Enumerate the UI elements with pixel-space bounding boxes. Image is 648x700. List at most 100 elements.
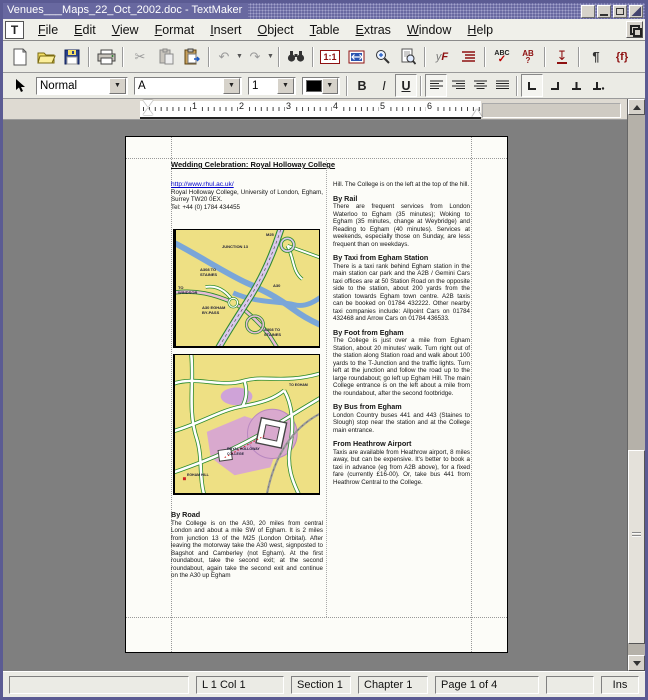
save-button[interactable] <box>59 44 85 69</box>
character-style-button[interactable]: yF <box>429 44 455 69</box>
chevron-down-icon[interactable]: ▼ <box>223 78 240 94</box>
window-controls <box>581 5 643 18</box>
align-center-button[interactable] <box>469 74 491 97</box>
menu-window[interactable]: Window <box>399 22 459 38</box>
menu-extras[interactable]: Extras <box>348 22 399 38</box>
menu-view[interactable]: View <box>104 22 147 38</box>
minimize-button[interactable] <box>597 5 611 18</box>
new-document-button[interactable] <box>7 44 33 69</box>
underline-button[interactable]: U <box>395 74 417 97</box>
fields-button[interactable]: {f} <box>609 44 635 69</box>
toolbar-separator <box>484 47 486 67</box>
menu-edit[interactable]: Edit <box>66 22 104 38</box>
bold-icon: B <box>357 79 366 93</box>
fit-width-icon <box>348 50 365 64</box>
map-label: TO WINDSOR <box>178 286 200 295</box>
insert-mode-panel[interactable]: Ins <box>601 676 639 694</box>
shade-button[interactable] <box>581 5 595 18</box>
object-mode-button[interactable] <box>7 73 33 98</box>
section-heading: By Taxi from Egham Station <box>333 254 470 262</box>
bold-button[interactable]: B <box>351 74 373 97</box>
font-size-value: 1 <box>249 80 276 92</box>
right-indent-marker[interactable] <box>472 109 482 117</box>
print-preview-button[interactable] <box>395 44 421 69</box>
cut-button[interactable]: ✂ <box>127 44 153 69</box>
menu-insert[interactable]: Insert <box>202 22 249 38</box>
restore-icon-back <box>633 28 642 37</box>
textmaker-app-icon[interactable]: T <box>5 21 24 39</box>
redo-dropdown[interactable]: ▼ <box>266 53 275 60</box>
undo-dropdown[interactable]: ▼ <box>235 53 244 60</box>
menu-help[interactable]: Help <box>459 22 501 38</box>
font-color-combo[interactable]: ▼ <box>302 77 340 95</box>
title-bar[interactable]: Venues___Maps_22_Oct_2002.doc - TextMake… <box>3 3 645 19</box>
open-button[interactable] <box>33 44 59 69</box>
copy-button[interactable] <box>153 44 179 69</box>
tab-decimal-button[interactable] <box>587 74 609 97</box>
map-label: A30 EGHAM BY-PASS <box>202 306 228 315</box>
align-left-icon <box>430 80 443 91</box>
by-road-text: The College is on the A30, 20 miles from… <box>171 520 323 580</box>
align-left-button[interactable] <box>425 74 447 97</box>
section-heading: By Rail <box>333 195 470 203</box>
tab-right-button[interactable] <box>543 74 565 97</box>
menu-file[interactable]: File <box>30 22 66 38</box>
paragraph-style-combo[interactable]: Normal ▼ <box>36 77 128 95</box>
toolbar-separator <box>544 47 546 67</box>
menu-format[interactable]: Format <box>147 22 203 38</box>
open-folder-icon <box>37 49 56 64</box>
ruler-number: 5 <box>379 101 386 111</box>
hyphenation-icon: ↧ <box>557 49 568 64</box>
document-restore-button[interactable] <box>626 21 643 38</box>
horizontal-ruler: 1 2 3 4 5 6 <box>3 99 627 120</box>
scroll-down-button[interactable] <box>628 655 645 671</box>
fields-icon: {f} <box>616 51 628 63</box>
spell-check-button[interactable]: ABC✓ <box>489 44 515 69</box>
close-button[interactable] <box>629 5 643 18</box>
document-view[interactable]: Wedding Celebration: Royal Holloway Coll… <box>3 120 627 671</box>
chevron-down-icon[interactable]: ▼ <box>277 78 294 94</box>
tab-left-button[interactable] <box>521 74 543 97</box>
thesaurus-button[interactable]: AB ? <box>515 44 541 69</box>
chevron-down-icon[interactable]: ▼ <box>322 78 338 94</box>
italic-button[interactable]: I <box>373 74 395 97</box>
scrollbar-thumb[interactable] <box>628 450 645 644</box>
rhul-link[interactable]: http://www.rhul.ac.uk/ <box>171 181 234 188</box>
zoom-button[interactable] <box>369 44 395 69</box>
font-size-combo[interactable]: 1 ▼ <box>248 77 296 95</box>
map-campus[interactable]: ROYAL HOLLOWAY COLLEGE EGHAM HILL TO EGH… <box>173 354 320 495</box>
hyphenation-button[interactable]: ↧ <box>549 44 575 69</box>
first-line-indent-marker[interactable] <box>143 100 153 107</box>
paste-button[interactable] <box>179 44 205 69</box>
vertical-scrollbar[interactable] <box>627 99 645 671</box>
menu-bar: T File Edit View Format Insert Object Ta… <box>3 19 645 41</box>
find-button[interactable] <box>283 44 309 69</box>
menu-table[interactable]: Table <box>302 22 348 38</box>
undo-button[interactable]: ↶ <box>213 45 235 68</box>
map-label: ROYAL HOLLOWAY COLLEGE <box>227 447 261 456</box>
chevron-down-icon[interactable]: ▼ <box>109 78 126 94</box>
paste-icon <box>184 48 200 65</box>
align-justify-button[interactable] <box>491 74 513 97</box>
toolbar-separator <box>278 47 280 67</box>
ruler-number: 1 <box>191 101 198 111</box>
paragraph-style-button[interactable] <box>455 44 481 69</box>
menu-object[interactable]: Object <box>249 22 301 38</box>
map-junction13[interactable]: M25 JUNCTION 13 A308 TO STAINES TO WINDS… <box>173 229 320 348</box>
formatting-marks-button[interactable]: ¶ <box>583 44 609 69</box>
undo-icon: ↶ <box>219 50 230 63</box>
redo-button[interactable]: ↷ <box>244 45 266 68</box>
left-indent-marker[interactable] <box>143 108 153 115</box>
scroll-up-button[interactable] <box>628 99 645 115</box>
print-button[interactable] <box>93 44 119 69</box>
status-message-panel <box>9 676 189 694</box>
scrollbar-track[interactable] <box>628 115 645 655</box>
toolbar-separator <box>420 76 422 96</box>
fit-width-button[interactable] <box>343 44 369 69</box>
zoom-100-button[interactable]: 1:1 <box>317 44 343 69</box>
font-name-combo[interactable]: A ▼ <box>134 77 242 95</box>
maximize-button[interactable] <box>613 5 627 18</box>
align-right-button[interactable] <box>447 74 469 97</box>
tab-center-button[interactable] <box>565 74 587 97</box>
toolbar-separator <box>346 76 348 96</box>
